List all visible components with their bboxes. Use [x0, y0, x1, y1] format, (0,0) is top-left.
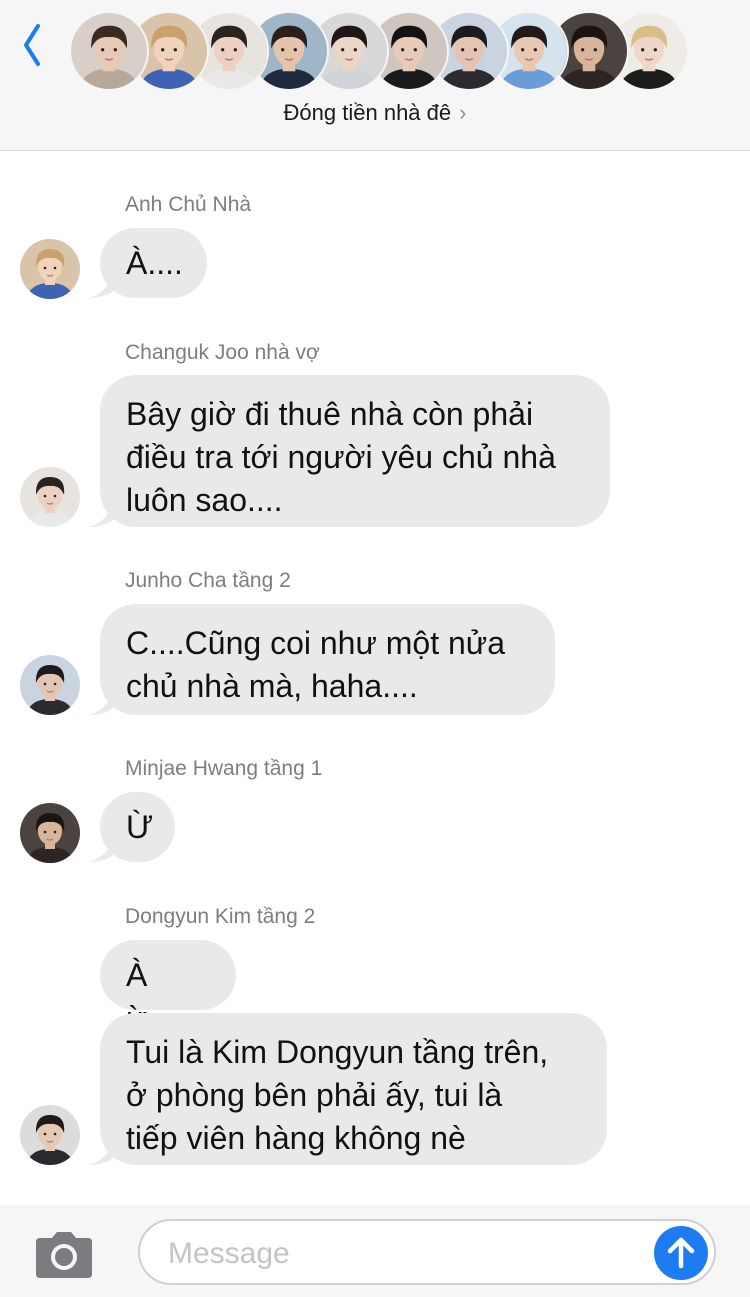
message-input-wrapper[interactable] [138, 1219, 716, 1285]
avatar[interactable] [20, 655, 80, 715]
member-avatar[interactable] [69, 11, 149, 91]
message-text: Ừ [126, 809, 154, 845]
sender-name: Junho Cha tầng 2 [125, 569, 291, 592]
camera-icon[interactable] [32, 1230, 96, 1280]
chevron-left-icon[interactable] [18, 18, 48, 68]
message-text: À.... [126, 245, 183, 281]
conversation-header: Đóng tiền nhà đê › [0, 0, 750, 151]
message-bubble[interactable]: À.... [100, 228, 207, 298]
message-bubble[interactable]: Tui là Kim Dongyun tầng trên, ở phòng bê… [100, 1013, 607, 1165]
bubble-tail [88, 501, 114, 527]
message-bubble[interactable]: C....Cũng coi như một nửa chủ nhà mà, ha… [100, 604, 555, 715]
avatar[interactable] [20, 239, 80, 299]
bubble-tail [88, 689, 114, 715]
sender-name: Minjae Hwang tầng 1 [125, 757, 323, 780]
message-text: chủ nhà mà, haha.... [126, 668, 418, 704]
chevron-right-icon: › [459, 100, 467, 125]
send-button[interactable] [654, 1226, 708, 1280]
message-bubble[interactable]: À ừ.... [100, 940, 236, 1036]
bubble-tail [88, 272, 114, 298]
avatar[interactable] [20, 467, 80, 527]
message-text: C....Cũng coi như một nửa [126, 625, 506, 661]
group-name: Đóng tiền nhà đê [283, 100, 452, 125]
sender-name: Anh Chủ Nhà [125, 193, 252, 216]
message-text: luôn sao.... [126, 482, 283, 518]
group-title[interactable]: Đóng tiền nhà đê › [0, 100, 750, 126]
message-text: Bây giờ đi thuê nhà còn phải [126, 396, 534, 432]
sender-name: Changuk Joo nhà vợ [125, 341, 320, 364]
message-text: Tui là Kim Dongyun tầng trên, [126, 1034, 549, 1070]
message-text: điều tra tới người yêu chủ nhà [126, 439, 556, 475]
avatar[interactable] [20, 1105, 80, 1165]
message-composer [0, 1205, 750, 1297]
bubble-tail [88, 836, 114, 862]
message-input[interactable] [166, 1233, 650, 1275]
message-bubble[interactable]: Bây giờ đi thuê nhà còn phải điều tra tớ… [100, 375, 610, 527]
bubble-tail [88, 1139, 114, 1165]
message-text: ở phòng bên phải ấy, tui là [126, 1077, 503, 1113]
message-text: tiếp viên hàng không nè [126, 1120, 466, 1156]
sender-name: Dongyun Kim tầng 2 [125, 905, 316, 928]
arrow-up-icon [667, 1237, 695, 1269]
avatar[interactable] [20, 803, 80, 863]
